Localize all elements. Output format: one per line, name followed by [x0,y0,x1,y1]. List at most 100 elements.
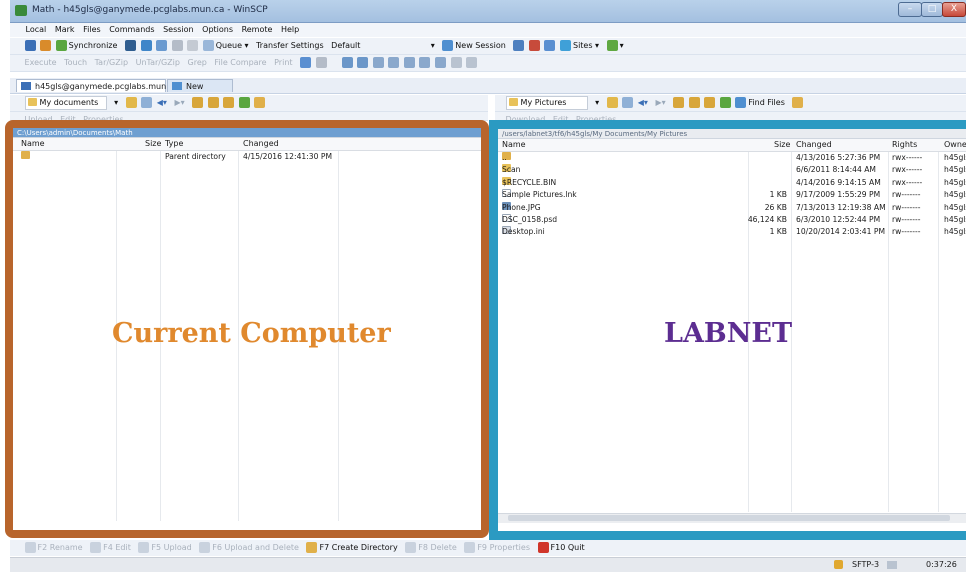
minimize-button[interactable]: – [898,2,922,17]
right-drive-chevron-icon[interactable]: ▾ [595,95,599,111]
open-directory-icon[interactable] [606,97,618,108]
sort-icon-4[interactable] [419,57,431,68]
parent-directory-icon[interactable] [192,97,204,108]
menu-mark[interactable]: Mark [52,23,78,37]
rename-icon [24,542,36,553]
root-directory-icon[interactable] [688,97,700,108]
menu-help[interactable]: Help [278,23,302,37]
execute-command[interactable]: Execute [25,55,57,71]
sort-icon-2[interactable] [388,57,400,68]
quit-icon [537,542,549,553]
main-toolbar: Synchronize Queue ▾ Transfer Settings De… [10,38,966,55]
move-icon [199,542,211,553]
home-icon[interactable] [223,97,235,108]
left-drive-chevron-icon[interactable]: ▾ [114,95,118,111]
new-session-button[interactable]: New Session [442,38,506,54]
left-back-button[interactable]: ◀▾ [157,95,167,111]
new-session-icon [442,40,454,51]
parent-directory-icon[interactable] [673,97,685,108]
print-command[interactable]: Print [274,55,292,71]
sites-icon [559,40,571,51]
refresh-icon[interactable] [719,97,731,108]
transfer-dropdown-chevron-icon[interactable]: ▾ [431,38,435,54]
find-files-button[interactable]: Find Files [735,95,785,111]
terminal-icon[interactable] [140,40,152,51]
close-button[interactable]: X [942,2,966,17]
f10-quit-button[interactable]: F10 Quit [537,540,585,556]
filter-icon[interactable] [141,97,153,108]
view-icon-2[interactable] [357,57,369,68]
grep-command[interactable]: Grep [188,55,207,71]
file-compare-command[interactable]: File Compare [214,55,266,71]
tab-new-session[interactable]: New Session [167,79,233,104]
f8-delete-button[interactable]: F8 Delete [405,540,457,556]
current-computer-label: Current Computer [112,318,391,349]
targzip-command[interactable]: Tar/GZip [95,55,128,71]
menu-files[interactable]: Files [80,23,104,37]
sync-browse-icon[interactable] [792,97,804,108]
f5-upload-button[interactable]: F5 Upload [138,540,192,556]
session-monitor-icon [21,82,31,90]
session-tabs: h45gls@ganymede.pcglabs.mun.ca New Sessi… [10,78,966,104]
edit-icon [90,542,102,553]
queue-button[interactable]: Queue ▾ [202,38,249,54]
synchronize-button[interactable]: Synchronize [55,38,117,54]
new-session-tab-icon [172,82,182,90]
f6-upload-delete-button[interactable]: F6 Upload and Delete [199,540,299,556]
view-icon-1[interactable] [341,57,353,68]
menu-bar: Local Mark Files Commands Session Option… [10,23,966,37]
right-drive-select[interactable]: My Pictures [505,96,588,110]
custom-commands-toolbar: Execute Touch Tar/GZip UnTar/GZip Grep F… [10,55,966,72]
console-icon[interactable] [124,40,136,51]
f4-edit-button[interactable]: F4 Edit [90,540,131,556]
f7-create-directory-button[interactable]: F7 Create Directory [306,540,398,556]
find-icon[interactable] [156,40,168,51]
f9-properties-button[interactable]: F9 Properties [464,540,530,556]
sort-icon-6[interactable] [450,57,462,68]
folder-icon [508,98,518,106]
touch-command[interactable]: Touch [64,55,87,71]
queue-list-icon[interactable] [187,40,199,51]
menu-commands[interactable]: Commands [106,23,157,37]
transfer-settings-select[interactable]: Default [331,38,423,54]
home-icon[interactable] [704,97,716,108]
sort-icon-5[interactable] [435,57,446,68]
duplicate-session-icon[interactable] [544,40,556,51]
root-directory-icon[interactable] [207,97,219,108]
sites-button[interactable]: Sites ▾ [559,38,599,54]
preferences-icon[interactable] [171,40,183,51]
lock-icon [834,560,843,569]
sort-icon-3[interactable] [403,57,415,68]
sync-browse-icon[interactable] [254,97,266,108]
disconnect-icon[interactable] [528,40,540,51]
tab-active-session[interactable]: h45gls@ganymede.pcglabs.mun.ca [16,79,178,92]
open-directory-icon[interactable] [125,97,137,108]
menu-options[interactable]: Options [199,23,236,37]
delete-icon [405,542,417,553]
sort-icon-7[interactable] [466,57,478,68]
left-drive-select[interactable]: My documents [24,96,107,110]
maximize-button[interactable]: □ [921,2,943,17]
winscp-app-icon [15,5,27,16]
right-forward-button[interactable]: ▶▾ [655,95,665,111]
f2-rename-button[interactable]: F2 Rename [24,540,83,556]
untargzip-command[interactable]: UnTar/GZip [136,55,180,71]
extensions-button[interactable]: ▾ [606,38,624,54]
menu-remote[interactable]: Remote [239,23,276,37]
sort-icon-1[interactable] [372,57,384,68]
right-back-button[interactable]: ◀▾ [638,95,648,111]
settings-gear-icon[interactable] [315,57,327,68]
refresh-icon[interactable] [238,97,250,108]
sync-icon [55,40,67,51]
session-icon[interactable] [513,40,525,51]
left-forward-button[interactable]: ▶▾ [174,95,184,111]
compare-icon[interactable] [40,40,52,51]
protocol-label: SFTP-3 [852,560,880,569]
putty-icon[interactable] [300,57,312,68]
menu-session[interactable]: Session [160,23,197,37]
menu-local[interactable]: Local [23,23,50,37]
upload-icon [138,542,150,553]
left-panel-toolbar: My documents ▾ ◀▾ ▶▾ [10,95,488,112]
grid-icon[interactable] [24,40,36,51]
filter-icon[interactable] [622,97,634,108]
